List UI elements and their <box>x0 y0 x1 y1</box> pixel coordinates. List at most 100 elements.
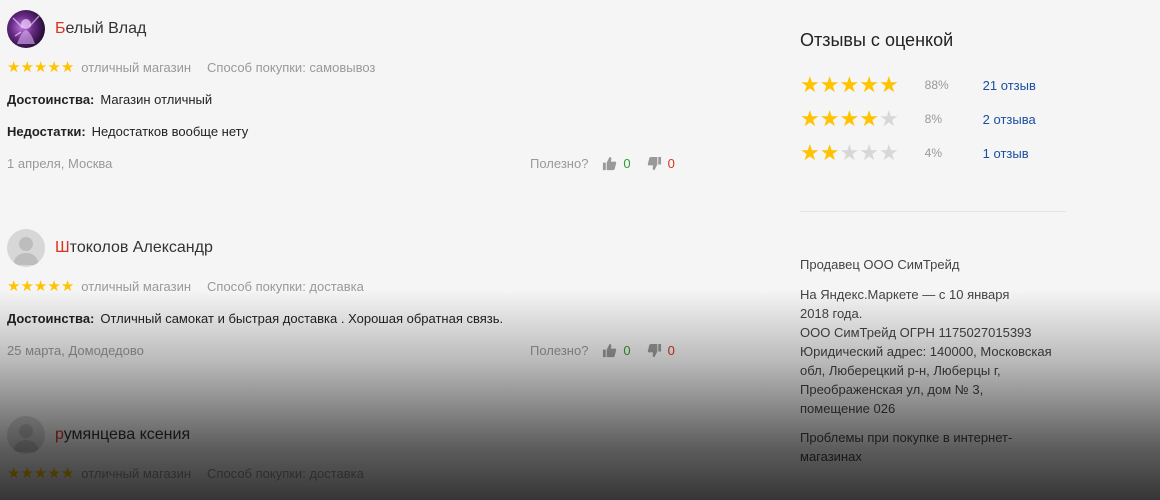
seller-name: Продавец ООО СимТрейд <box>800 257 960 272</box>
rating-row: ★ ★ ★ ★ ★ 88% 21 отзыв <box>800 68 1070 102</box>
avatar[interactable] <box>7 10 45 48</box>
star-icon: ★ <box>878 106 899 131</box>
star-icon: ★ <box>33 58 48 76</box>
cons-label: Недостатки: <box>7 124 86 139</box>
avatar[interactable] <box>7 416 45 454</box>
cons-text: Недостатков вообще нету <box>91 124 249 139</box>
star-icon: ★ <box>859 140 879 165</box>
rating-reviews-link[interactable]: 21 отзыв <box>983 78 1036 93</box>
purchase-method: Способ покупки: самовывоз <box>207 59 376 75</box>
star-icon: ★ <box>878 140 899 165</box>
star-icon: ★ <box>33 464 48 482</box>
star-icon: ★ <box>33 277 48 295</box>
star-icon: ★ <box>60 277 75 295</box>
review-cons: Недостатки: Недостатков вообще нету <box>7 123 687 141</box>
rating-stars: ★ ★ ★ ★ ★ <box>7 60 74 75</box>
problems-line: Проблемы при покупке в интернет- <box>800 430 1013 445</box>
rating-stars: ★ ★ ★ ★ ★ <box>7 466 74 481</box>
star-icon: ★ <box>7 58 21 76</box>
review-header: Штоколов Александр <box>7 228 687 268</box>
review-header: румянцева ксения <box>7 415 687 455</box>
dislikes-count: 0 <box>667 155 675 171</box>
star-icon: ★ <box>20 58 34 76</box>
thumb-up-icon[interactable] <box>602 156 617 171</box>
useful-label: Полезно? <box>530 155 589 171</box>
review-meta: ★ ★ ★ ★ ★ отличный магазин Способ покупки: д… <box>7 276 687 296</box>
rating-reviews-link[interactable]: 2 отзыва <box>983 112 1036 127</box>
star-icon: ★ <box>800 72 820 97</box>
seller-info-line: На Яндекс.Маркете — с 10 января <box>800 287 1010 302</box>
author-name-rest: елый Влад <box>65 20 147 37</box>
star-icon: ★ <box>7 277 21 295</box>
star-icon: ★ <box>20 277 34 295</box>
star-icon: ★ <box>839 72 860 97</box>
user-avatar-icon <box>13 424 39 452</box>
author-name-rest: токолов Александр <box>69 239 213 256</box>
rating-summary: Отзывы с оценкой ★ ★ ★ ★ ★ 88% 21 отзыв ★ ★ ★ ★… <box>800 30 1070 170</box>
review-footer: 1 апреля, Москва Полезно? 0 0 <box>7 153 687 173</box>
thumb-up-icon[interactable] <box>602 343 617 358</box>
review-card: румянцева ксения ★ ★ ★ ★ ★ отличный магазин … <box>7 415 687 483</box>
rating-reviews-link[interactable]: 1 отзыв <box>983 146 1029 161</box>
star-icon: ★ <box>819 106 840 131</box>
pros-label: Достоинства: <box>7 311 95 326</box>
seller-info-line: Юридический адрес: 140000, Московская <box>800 344 1052 359</box>
review-date: 25 марта, Домодедово <box>7 342 144 358</box>
star-icon: ★ <box>878 72 899 97</box>
user-photo-icon <box>12 15 40 44</box>
author-initial: р <box>55 426 64 443</box>
review-author[interactable]: румянцева ксения <box>55 426 190 444</box>
rating-percent: 88% <box>924 78 949 92</box>
rating-row: ★ ★ ★ ★ ★ 8% 2 отзыва <box>800 102 1070 136</box>
pros-text: Магазин отличный <box>100 92 213 107</box>
review-header: Белый Влад <box>7 9 687 49</box>
seller-info-line: Преображенская ул, дом № 3, <box>800 382 984 397</box>
star-icon: ★ <box>60 58 75 76</box>
pros-text: Отличный самокат и быстрая доставка . Хо… <box>100 311 504 326</box>
pros-label: Достоинства: <box>7 92 95 107</box>
star-icon: ★ <box>819 140 840 165</box>
purchase-method: Способ покупки: доставка <box>207 278 364 294</box>
review-grade: отличный магазин <box>81 59 192 75</box>
thumb-down-icon[interactable] <box>647 156 662 171</box>
star-icon: ★ <box>7 464 21 482</box>
star-icon: ★ <box>819 72 840 97</box>
user-avatar-icon <box>13 237 39 265</box>
avatar[interactable] <box>7 229 45 267</box>
purchase-method: Способ покупки: доставка <box>207 465 364 481</box>
rating-row: ★ ★ ★ ★ ★ 4% 1 отзыв <box>800 136 1070 170</box>
seller-info-line: ООО СимТрейд ОГРН 1175027015393 <box>800 325 1032 340</box>
useful-block: Полезно? 0 0 <box>530 156 675 171</box>
review-card: Штоколов Александр ★ ★ ★ ★ ★ отличный магази… <box>7 228 687 360</box>
star-icon: ★ <box>20 464 34 482</box>
seller-info-line: 2018 года. <box>800 306 863 321</box>
purchase-problems-link[interactable]: Проблемы при покупке в интернет- магазин… <box>800 428 1070 466</box>
review-pros: Достоинства: Отличный самокат и быстрая д… <box>7 310 687 328</box>
useful-block: Полезно? 0 0 <box>530 343 675 358</box>
review-pros: Достоинства: Магазин отличный <box>7 91 687 109</box>
rating-stars: ★ ★ ★ ★ ★ <box>800 74 899 96</box>
star-icon: ★ <box>859 72 879 97</box>
divider <box>800 211 1066 212</box>
rating-stars: ★ ★ ★ ★ ★ <box>800 142 899 164</box>
star-icon: ★ <box>47 277 61 295</box>
star-icon: ★ <box>800 140 820 165</box>
star-icon: ★ <box>47 58 61 76</box>
author-initial: Б <box>55 20 66 37</box>
seller-info-line: обл, Люберецкий р-н, Люберцы г, <box>800 363 1001 378</box>
author-name-rest: умянцева ксения <box>63 426 191 443</box>
review-card: Белый Влад ★ ★ ★ ★ ★ отличный магазин Способ… <box>7 9 687 173</box>
review-author[interactable]: Штоколов Александр <box>55 239 213 257</box>
seller-info-line: помещение 026 <box>800 401 896 416</box>
review-author[interactable]: Белый Влад <box>55 20 146 38</box>
likes-count: 0 <box>623 155 631 171</box>
star-icon: ★ <box>859 106 879 131</box>
review-date: 1 апреля, Москва <box>7 155 113 171</box>
rating-percent: 8% <box>924 112 943 126</box>
review-grade: отличный магазин <box>81 465 192 481</box>
star-icon: ★ <box>60 464 75 482</box>
dislikes-count: 0 <box>667 342 675 358</box>
rating-percent: 4% <box>924 146 943 160</box>
review-meta: ★ ★ ★ ★ ★ отличный магазин Способ покупки: д… <box>7 463 687 483</box>
thumb-down-icon[interactable] <box>647 343 662 358</box>
